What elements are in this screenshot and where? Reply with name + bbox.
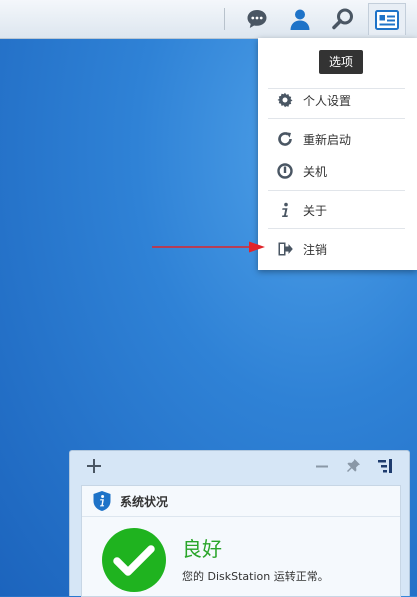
options-icon[interactable] xyxy=(368,3,406,35)
info-icon xyxy=(275,200,295,220)
menu-item-restart[interactable]: 重新启动 xyxy=(258,125,417,153)
power-icon xyxy=(275,161,295,181)
menu-separator xyxy=(268,190,405,191)
search-icon[interactable] xyxy=(329,5,357,33)
taskbar xyxy=(0,0,417,39)
menu-separator xyxy=(268,118,405,119)
menu-item-label: 注销 xyxy=(303,242,328,257)
health-status: 良好 xyxy=(182,537,222,561)
shield-info-icon xyxy=(92,490,112,516)
menu-item-label: 重新启动 xyxy=(303,132,352,147)
restart-icon xyxy=(275,129,295,149)
menu-item-label: 关机 xyxy=(303,164,328,179)
red-arrow-annotation xyxy=(152,241,265,253)
menu-tooltip: 选项 xyxy=(319,50,363,74)
logout-icon xyxy=(275,239,295,259)
add-widget-button[interactable] xyxy=(85,457,103,475)
menu-item-logout[interactable]: 注销 xyxy=(258,235,417,263)
widget-title: 系统状况 xyxy=(120,495,169,509)
menu-separator xyxy=(268,228,405,229)
options-menu: 选项 个人设置 重新启动 关机 关于 注销 xyxy=(258,38,417,270)
system-health-panel: 系统状况 良好 您的 DiskStation 运转正常。 xyxy=(81,485,401,597)
panel-header: 系统状况 xyxy=(82,486,400,517)
gear-icon xyxy=(275,90,295,110)
pin-button[interactable] xyxy=(344,457,362,475)
taskbar-divider xyxy=(224,8,225,30)
health-description: 您的 DiskStation 运转正常。 xyxy=(182,570,329,583)
menu-item-label: 关于 xyxy=(303,203,328,218)
system-health-widget: 系统状况 良好 您的 DiskStation 运转正常。 xyxy=(69,450,410,597)
chat-icon[interactable] xyxy=(243,5,271,33)
menu-item-about[interactable]: 关于 xyxy=(258,196,417,224)
widget-layout-icon[interactable] xyxy=(376,457,394,475)
widget-toolbar xyxy=(70,451,409,481)
minimize-button[interactable] xyxy=(313,457,331,475)
menu-item-shutdown[interactable]: 关机 xyxy=(258,157,417,185)
menu-item-label: 个人设置 xyxy=(303,93,352,108)
user-icon[interactable] xyxy=(286,5,314,33)
menu-item-personal-settings[interactable]: 个人设置 xyxy=(258,86,417,114)
check-icon xyxy=(102,528,166,596)
